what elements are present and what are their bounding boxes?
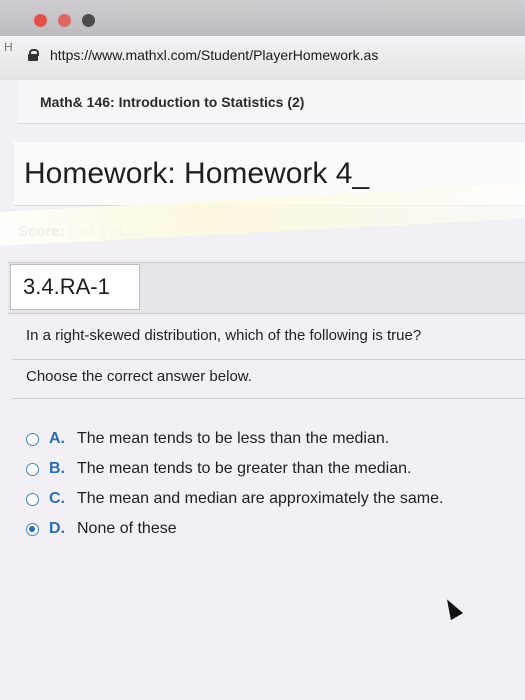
close-window-button[interactable]: [34, 14, 47, 27]
answer-options: A. The mean tends to be less than the me…: [26, 424, 443, 544]
question-id: 3.4.RA-1: [10, 264, 140, 310]
score-row: Score: 0 of 1 pt: [14, 214, 525, 248]
score-value: 0 of 1 pt: [68, 222, 123, 240]
option-letter: D.: [49, 520, 65, 537]
homework-title: Homework: Homework 4_: [14, 142, 525, 206]
radio-button[interactable]: [26, 492, 39, 506]
zoom-window-button[interactable]: [82, 14, 95, 27]
option-text[interactable]: The mean tends to be less than the media…: [77, 430, 389, 448]
minimize-window-button[interactable]: [58, 14, 71, 27]
option-a[interactable]: A. The mean tends to be less than the me…: [26, 424, 443, 454]
option-text[interactable]: The mean tends to be greater than the me…: [77, 460, 411, 478]
divider: [12, 398, 525, 399]
score-label: Score:: [18, 222, 65, 240]
radio-button[interactable]: [26, 462, 39, 476]
radio-button[interactable]: [26, 432, 39, 446]
tab-label[interactable]: H: [4, 40, 13, 54]
option-d[interactable]: D. None of these: [26, 514, 443, 544]
option-b[interactable]: B. The mean tends to be greater than the…: [26, 454, 443, 484]
option-text[interactable]: The mean and median are approximately th…: [77, 490, 443, 508]
option-letter: A.: [49, 430, 65, 447]
instruction-text: Choose the correct answer below.: [26, 368, 252, 385]
course-title: Math& 146: Introduction to Statistics (2…: [18, 80, 525, 124]
address-bar[interactable]: https://www.mathxl.com/Student/PlayerHom…: [28, 42, 525, 68]
radio-button-selected[interactable]: [26, 522, 39, 536]
lock-icon: [28, 49, 39, 61]
option-text[interactable]: None of these: [77, 520, 177, 538]
option-letter: B.: [49, 460, 65, 477]
option-c[interactable]: C. The mean and median are approximately…: [26, 484, 443, 514]
option-letter: C.: [49, 490, 65, 507]
url-text[interactable]: https://www.mathxl.com/Student/PlayerHom…: [50, 47, 378, 63]
browser-titlebar: [0, 0, 525, 36]
question-text: In a right-skewed distribution, which of…: [12, 312, 525, 360]
